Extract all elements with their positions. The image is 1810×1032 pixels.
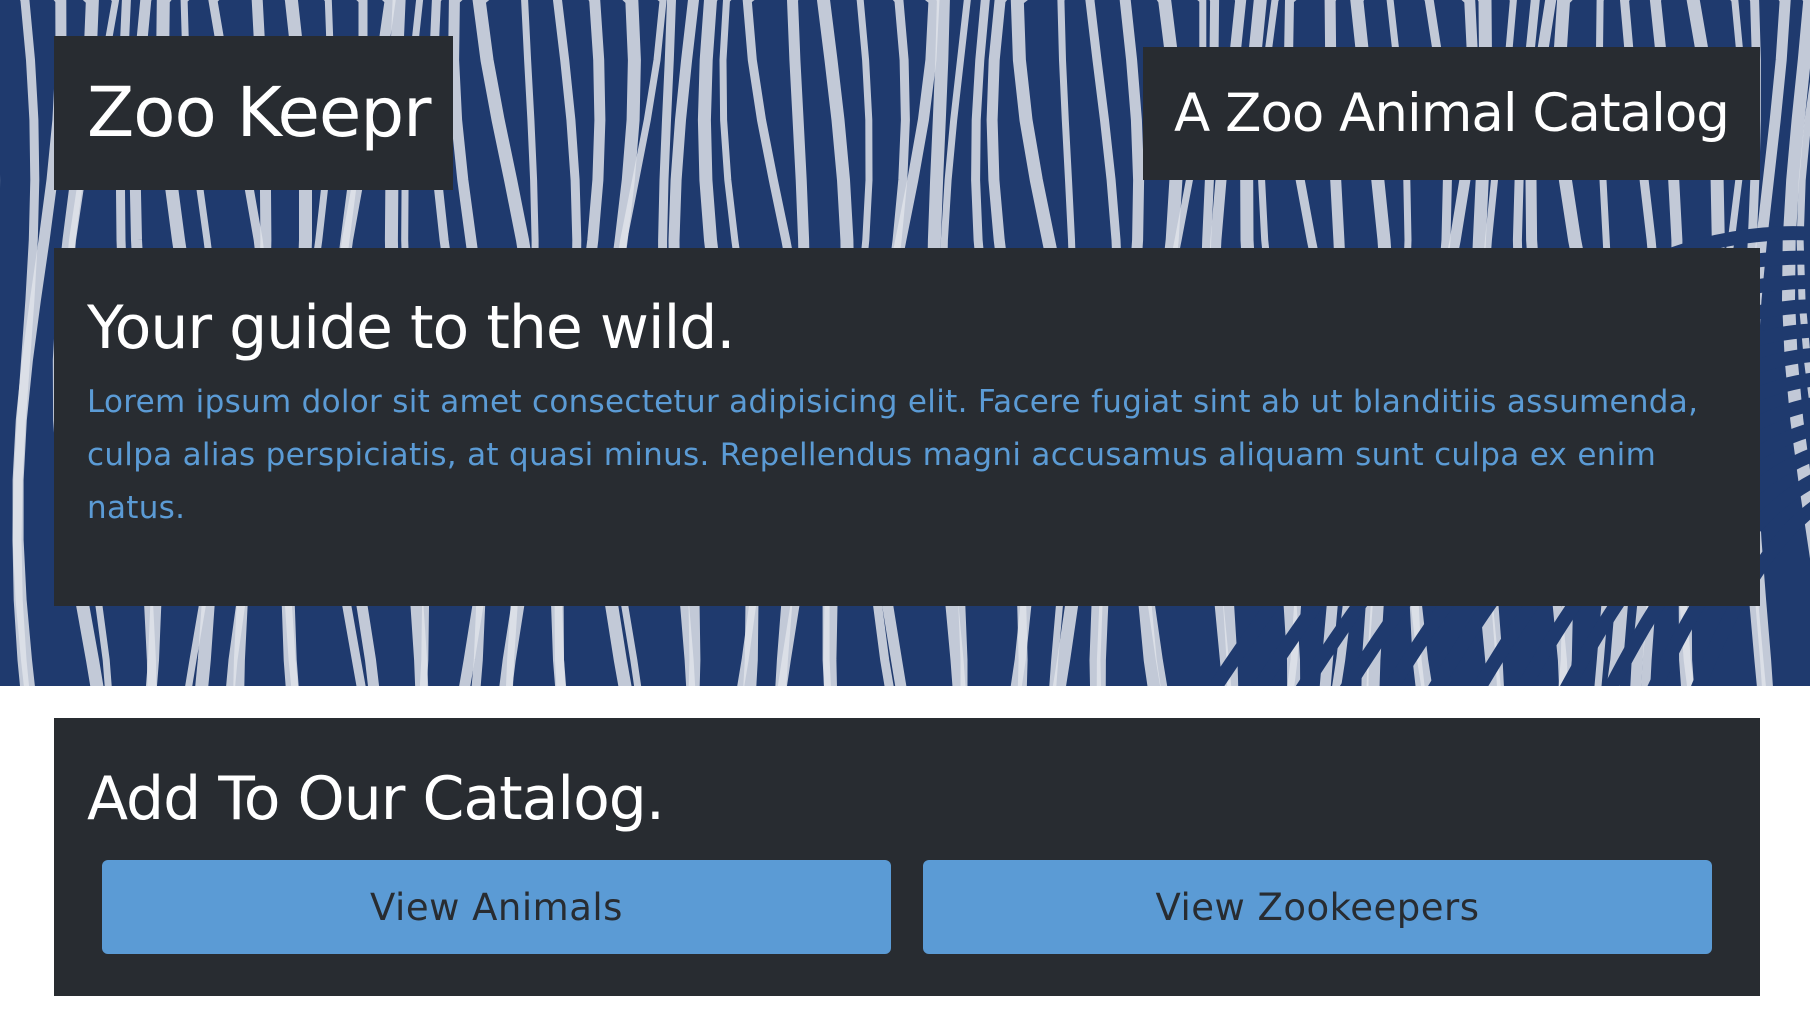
catalog-panel: Add To Our Catalog. View Animals View Zo… bbox=[54, 718, 1760, 996]
intro-panel: Your guide to the wild. Lorem ipsum dolo… bbox=[54, 248, 1760, 606]
hero-banner: Zoo Keepr A Zoo Animal Catalog Your guid… bbox=[0, 0, 1810, 686]
tagline-text: A Zoo Animal Catalog bbox=[1174, 83, 1730, 144]
catalog-heading: Add To Our Catalog. bbox=[87, 764, 665, 834]
view-zookeepers-label: View Zookeepers bbox=[1155, 885, 1480, 929]
site-brand[interactable]: Zoo Keepr bbox=[54, 36, 453, 190]
intro-heading: Your guide to the wild. bbox=[87, 293, 735, 363]
view-zookeepers-button[interactable]: View Zookeepers bbox=[923, 860, 1712, 954]
site-tagline: A Zoo Animal Catalog bbox=[1143, 47, 1760, 180]
view-animals-button[interactable]: View Animals bbox=[102, 860, 891, 954]
brand-text: Zoo Keepr bbox=[87, 73, 432, 153]
view-animals-label: View Animals bbox=[370, 885, 623, 929]
intro-body: Lorem ipsum dolor sit amet consectetur a… bbox=[87, 384, 1699, 526]
